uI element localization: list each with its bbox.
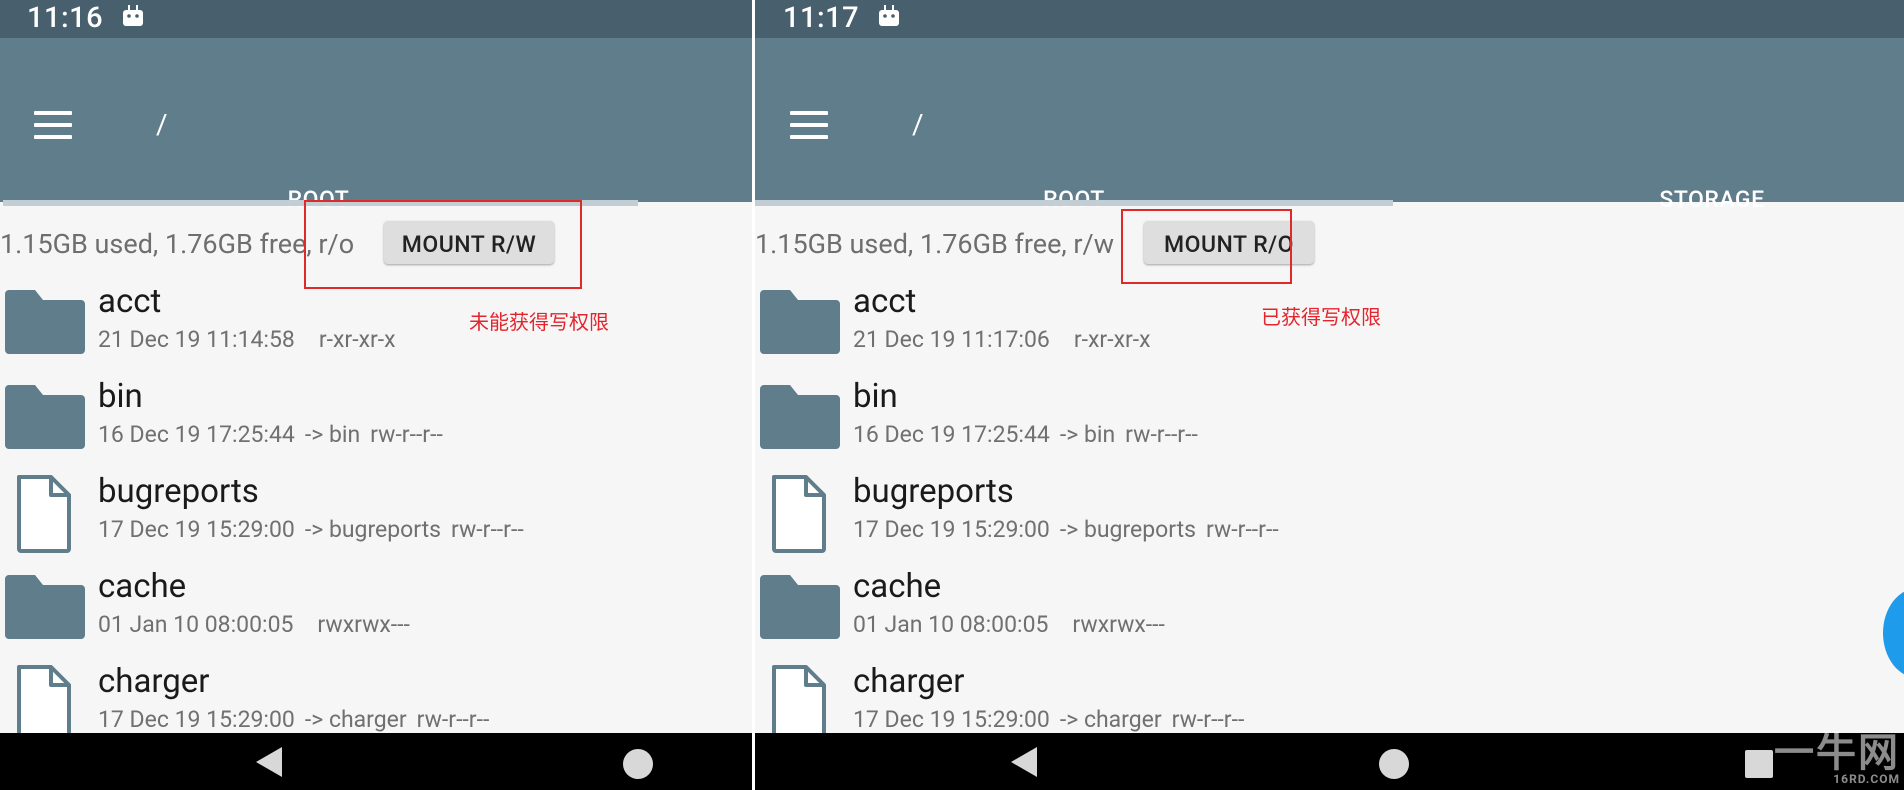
navigation-bar [755, 733, 1904, 790]
file-meta: 17 Dec 19 15:29:00 -> bugreports rw-r--r-- [98, 516, 524, 543]
file-date: 01 Jan 10 08:00:05 [98, 611, 294, 638]
file-date: 17 Dec 19 15:29:00 [98, 516, 295, 543]
status-bar: 11:16 [0, 0, 752, 38]
file-permissions: rw-r--r-- [370, 421, 443, 448]
file-link-target: -> bugreports [304, 516, 442, 543]
file-link-target: -> bin [1059, 421, 1116, 448]
file-permissions: r-xr-xr-x [318, 326, 396, 353]
back-icon[interactable] [256, 747, 282, 777]
file-meta: 17 Dec 19 15:29:00 -> charger rw-r--r-- [98, 706, 489, 733]
file-row-bin[interactable]: bin 16 Dec 19 17:25:44 -> bin rw-r--r-- [755, 377, 1904, 480]
file-link-target: -> bin [304, 421, 361, 448]
file-link-target: -> bugreports [1059, 516, 1197, 543]
status-time: 11:16 [27, 1, 104, 35]
app-toolbar: / ROOT [0, 38, 752, 213]
file-date: 17 Dec 19 15:29:00 [98, 706, 295, 733]
file-meta: 16 Dec 19 17:25:44 -> bin rw-r--r-- [853, 421, 1198, 448]
file-row-acct[interactable]: acct 21 Dec 19 11:17:06 r-xr-xr-x [755, 282, 1904, 385]
file-meta: 17 Dec 19 15:29:00 -> charger rw-r--r-- [853, 706, 1244, 733]
watermark: 一牛网 16RD.COM [1774, 720, 1900, 786]
file-name: bugreports [853, 472, 1014, 511]
recent-apps-icon[interactable] [1745, 750, 1773, 778]
current-path: / [912, 108, 924, 141]
file-name: acct [98, 282, 162, 321]
file-row-cache[interactable]: cache 01 Jan 10 08:00:05 rwxrwx--- [0, 567, 752, 670]
storage-usage: 1.15GB used, 1.76GB free, r/w [755, 228, 1114, 260]
file-permissions: rw-r--r-- [451, 516, 524, 543]
right-screenshot: 11:17 / ROOT STORAGE 1.15GB used, 1.76GB… [755, 0, 1904, 790]
back-icon[interactable] [1011, 747, 1037, 777]
file-row-bin[interactable]: bin 16 Dec 19 17:25:44 -> bin rw-r--r-- [0, 377, 752, 480]
file-meta: 01 Jan 10 08:00:05 rwxrwx--- [98, 611, 410, 638]
app-toolbar: / ROOT STORAGE [755, 38, 1904, 213]
watermark-main: 一牛网 [1774, 729, 1900, 776]
left-screenshot: 11:16 / ROOT 1.15GB used, 1.76GB free, r… [0, 0, 752, 790]
folder-icon [5, 385, 85, 453]
file-meta: 21 Dec 19 11:14:58 r-xr-xr-x [98, 326, 396, 353]
file-name: charger [98, 662, 210, 701]
file-row-bugreports[interactable]: bugreports 17 Dec 19 15:29:00 -> bugreport… [755, 472, 1904, 575]
file-name: cache [853, 567, 942, 606]
file-permissions: rw-r--r-- [1206, 516, 1279, 543]
file-date: 01 Jan 10 08:00:05 [853, 611, 1049, 638]
file-name: bugreports [98, 472, 259, 511]
file-link-target: -> charger [1059, 706, 1162, 733]
navigation-bar [0, 733, 752, 790]
hamburger-menu-icon[interactable] [34, 111, 72, 139]
folder-icon [5, 290, 85, 358]
file-meta: 16 Dec 19 17:25:44 -> bin rw-r--r-- [98, 421, 443, 448]
home-icon[interactable] [623, 749, 653, 779]
file-row-bugreports[interactable]: bugreports 17 Dec 19 15:29:00 -> bugreport… [0, 472, 752, 575]
folder-icon [760, 575, 840, 643]
status-bar: 11:17 [755, 0, 1904, 38]
file-date: 16 Dec 19 17:25:44 [853, 421, 1050, 448]
file-permissions: rw-r--r-- [1171, 706, 1245, 733]
file-date: 21 Dec 19 11:14:58 [98, 326, 295, 353]
folder-icon [5, 575, 85, 643]
file-row-cache[interactable]: cache 01 Jan 10 08:00:05 rwxrwx--- [755, 567, 1904, 670]
file-name: acct [853, 282, 917, 321]
file-permissions: rw-r--r-- [1125, 421, 1198, 448]
status-time: 11:17 [783, 1, 860, 35]
tab-storage[interactable]: STORAGE [1393, 186, 1904, 213]
file-permissions: r-xr-xr-x [1073, 326, 1151, 353]
highlight-box [304, 200, 582, 289]
file-meta: 17 Dec 19 15:29:00 -> bugreports rw-r--r-- [853, 516, 1279, 543]
current-path: / [156, 108, 168, 141]
file-name: cache [98, 567, 187, 606]
folder-icon [760, 385, 840, 453]
file-name: bin [98, 377, 143, 416]
folder-icon [760, 290, 840, 358]
file-row-acct[interactable]: acct 21 Dec 19 11:14:58 r-xr-xr-x [0, 282, 752, 385]
file-icon [760, 475, 840, 557]
android-debug-icon [123, 5, 143, 26]
file-link-target: -> charger [304, 706, 407, 733]
file-permissions: rw-r--r-- [416, 706, 490, 733]
file-meta: 21 Dec 19 11:17:06 r-xr-xr-x [853, 326, 1151, 353]
file-date: 17 Dec 19 15:29:00 [853, 516, 1050, 543]
file-icon [5, 475, 85, 557]
tab-indicator [755, 200, 1393, 206]
highlight-box [1121, 209, 1292, 284]
file-permissions: rwxrwx--- [1072, 611, 1165, 638]
file-name: bin [853, 377, 898, 416]
storage-usage: 1.15GB used, 1.76GB free, r/o [0, 228, 355, 260]
hamburger-menu-icon[interactable] [790, 111, 828, 139]
file-date: 16 Dec 19 17:25:44 [98, 421, 295, 448]
android-debug-icon [879, 5, 899, 26]
file-date: 21 Dec 19 11:17:06 [853, 326, 1050, 353]
file-meta: 01 Jan 10 08:00:05 rwxrwx--- [853, 611, 1165, 638]
file-date: 17 Dec 19 15:29:00 [853, 706, 1050, 733]
file-permissions: rwxrwx--- [317, 611, 410, 638]
home-icon[interactable] [1379, 749, 1409, 779]
file-name: charger [853, 662, 965, 701]
